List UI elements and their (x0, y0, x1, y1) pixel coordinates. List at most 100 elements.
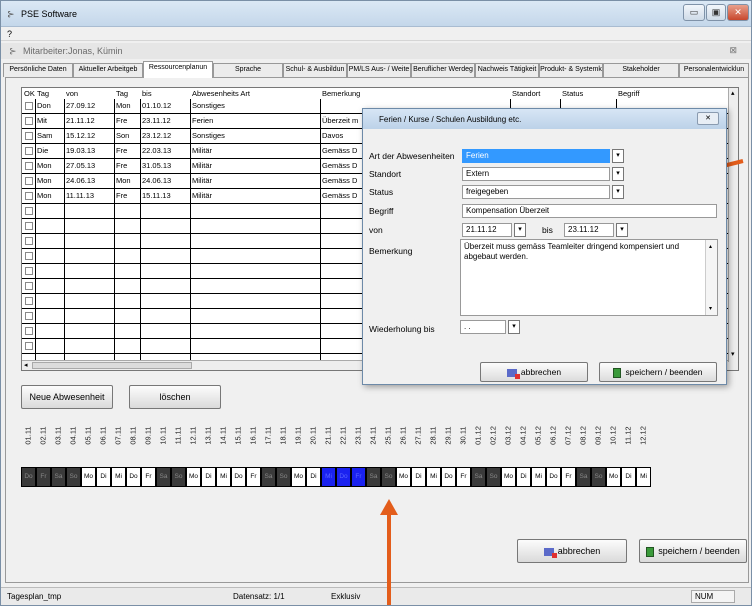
table-cell-tag2[interactable]: Fre (114, 189, 127, 204)
tab-persoenliche-daten[interactable]: Persönliche Daten (3, 63, 73, 77)
table-cell-bem[interactable]: Gemäss D (320, 159, 357, 174)
calendar-day-cell[interactable]: Mi (426, 467, 441, 487)
calendar-day-cell[interactable]: Mo (606, 467, 621, 487)
calendar-day-cell[interactable]: So (381, 467, 396, 487)
col-header-art[interactable]: Abwesenheits Art (190, 88, 250, 99)
tab-beruflicher-werdegang[interactable]: Beruflicher Werdeg (411, 63, 475, 77)
close-button[interactable]: ✕ (727, 4, 749, 21)
calendar-day-cell[interactable]: Do (441, 467, 456, 487)
calendar-day-cell[interactable]: Do (126, 467, 141, 487)
calendar-day-cell[interactable]: So (171, 467, 186, 487)
table-cell-art[interactable]: Militär (190, 174, 212, 189)
calendar-day-cell[interactable]: Sa (51, 467, 66, 487)
tab-ressourcenplanung[interactable]: Ressourcenplanun (143, 61, 213, 78)
table-cell-tag[interactable]: Sam (35, 129, 52, 144)
scroll-up-icon[interactable]: ▴ (731, 89, 735, 97)
table-cell-tag2[interactable]: Mon (114, 174, 131, 189)
ok-checkbox[interactable] (25, 192, 33, 200)
subwindow-close-icon[interactable]: ⊠ (729, 45, 737, 56)
table-cell-tag2[interactable]: Fre (114, 159, 127, 174)
tab-stakeholder[interactable]: Stakeholder (603, 63, 679, 77)
scroll-down-icon[interactable]: ▾ (731, 350, 735, 358)
tab-sprache[interactable]: Sprache (213, 63, 283, 77)
status-dropdown-icon[interactable]: ▾ (612, 185, 624, 199)
art-dropdown-icon[interactable]: ▾ (612, 149, 624, 163)
main-cancel-button[interactable]: abbrechen (517, 539, 627, 563)
calendar-day-cell[interactable]: Mi (636, 467, 651, 487)
table-cell-bem[interactable]: Gemäss D (320, 144, 357, 159)
grid-vertical-scrollbar[interactable]: ▴ ▾ (728, 88, 738, 362)
table-cell-von[interactable]: 24.06.13 (64, 174, 95, 189)
table-cell-bis[interactable]: 23.12.12 (140, 129, 171, 144)
col-header-bemerkung[interactable]: Bemerkung (320, 88, 361, 99)
tab-pmls-ausbildung[interactable]: PM/LS Aus- / Weite (347, 63, 411, 77)
table-cell-tag[interactable]: Mon (35, 159, 52, 174)
menu-help[interactable]: ? (7, 29, 12, 39)
ok-checkbox[interactable] (25, 327, 33, 335)
tab-produkt-systemkenntnisse[interactable]: Produkt- & Systemk (539, 63, 603, 77)
delete-button[interactable]: löschen (129, 385, 221, 409)
col-header-von[interactable]: von (64, 88, 79, 99)
von-dropdown-icon[interactable]: ▾ (514, 223, 526, 237)
bemerkung-textarea[interactable]: Überzeit muss gemäss Teamleiter dringend… (460, 239, 718, 316)
table-cell-art[interactable]: Ferien (190, 114, 213, 129)
table-cell-tag[interactable]: Don (35, 99, 51, 114)
calendar-day-cell[interactable]: Mo (291, 467, 306, 487)
table-cell-von[interactable]: 27.09.12 (64, 99, 95, 114)
calendar-day-cell[interactable]: Fr (141, 467, 156, 487)
calendar-day-cell[interactable]: So (276, 467, 291, 487)
calendar-day-cell[interactable]: Do (336, 467, 351, 487)
tab-schul-ausbildung[interactable]: Schul- & Ausbildun (283, 63, 347, 77)
table-cell-tag[interactable]: Die (35, 144, 48, 159)
table-cell-art[interactable]: Sonstiges (190, 99, 225, 114)
col-header-status[interactable]: Status (560, 88, 584, 99)
table-cell-von[interactable]: 11.11.13 (64, 189, 94, 204)
calendar-day-cell[interactable]: Mo (396, 467, 411, 487)
wiederholung-date-input[interactable]: . . (460, 320, 506, 334)
table-cell-bis[interactable]: 01.10.12 (140, 99, 171, 114)
ok-checkbox[interactable] (25, 282, 33, 290)
table-cell-bis[interactable]: 15.11.13 (140, 189, 171, 204)
ok-checkbox[interactable] (25, 177, 33, 185)
ok-checkbox[interactable] (25, 132, 33, 140)
calendar-day-cell[interactable]: Di (201, 467, 216, 487)
bis-dropdown-icon[interactable]: ▾ (616, 223, 628, 237)
table-cell-art[interactable]: Militär (190, 189, 212, 204)
calendar-day-cell[interactable]: Fr (561, 467, 576, 487)
standort-select[interactable]: Extern (462, 167, 610, 181)
table-cell-tag[interactable]: Mon (35, 189, 52, 204)
col-header-bis[interactable]: bis (140, 88, 152, 99)
new-absence-button[interactable]: Neue Abwesenheit (21, 385, 113, 409)
calendar-day-cell[interactable]: Sa (366, 467, 381, 487)
scroll-thumb[interactable] (32, 362, 192, 369)
table-cell-bem[interactable]: Gemäss D (320, 174, 357, 189)
calendar-day-cell[interactable]: Fr (351, 467, 366, 487)
minimize-button[interactable]: ▭ (683, 4, 705, 21)
table-cell-bem[interactable]: Gemäss D (320, 189, 357, 204)
art-select[interactable]: Ferien (462, 149, 610, 163)
calendar-day-cell[interactable]: Fr (36, 467, 51, 487)
calendar-day-cell[interactable]: Fr (246, 467, 261, 487)
calendar-day-cell[interactable]: Mo (186, 467, 201, 487)
calendar-day-cell[interactable]: Di (621, 467, 636, 487)
begriff-input[interactable]: Kompensation Überzeit (462, 204, 717, 218)
table-cell-tag[interactable]: Mit (35, 114, 47, 129)
memo-scroll-up-icon[interactable]: ▴ (709, 242, 712, 252)
ok-checkbox[interactable] (25, 102, 33, 110)
col-header-begriff[interactable]: Begriff (616, 88, 640, 99)
table-cell-tag[interactable]: Mon (35, 174, 52, 189)
bis-date-input[interactable]: 23.11.12 (564, 223, 614, 237)
calendar-day-cell[interactable]: Sa (576, 467, 591, 487)
table-cell-von[interactable]: 21.11.12 (64, 114, 95, 129)
table-cell-art[interactable]: Militär (190, 144, 212, 159)
memo-scrollbar[interactable]: ▴ ▾ (705, 240, 717, 315)
ok-checkbox[interactable] (25, 297, 33, 305)
calendar-day-cell[interactable]: Sa (261, 467, 276, 487)
status-select[interactable]: freigegeben (462, 185, 610, 199)
ok-checkbox[interactable] (25, 207, 33, 215)
col-header-standort[interactable]: Standort (510, 88, 541, 99)
tab-nachweis-taetigkeit[interactable]: Nachweis Tätigkeit (475, 63, 539, 77)
dialog-cancel-button[interactable]: abbrechen (480, 362, 588, 382)
table-cell-von[interactable]: 19.03.13 (64, 144, 95, 159)
col-header-ok[interactable]: OK (22, 88, 35, 99)
